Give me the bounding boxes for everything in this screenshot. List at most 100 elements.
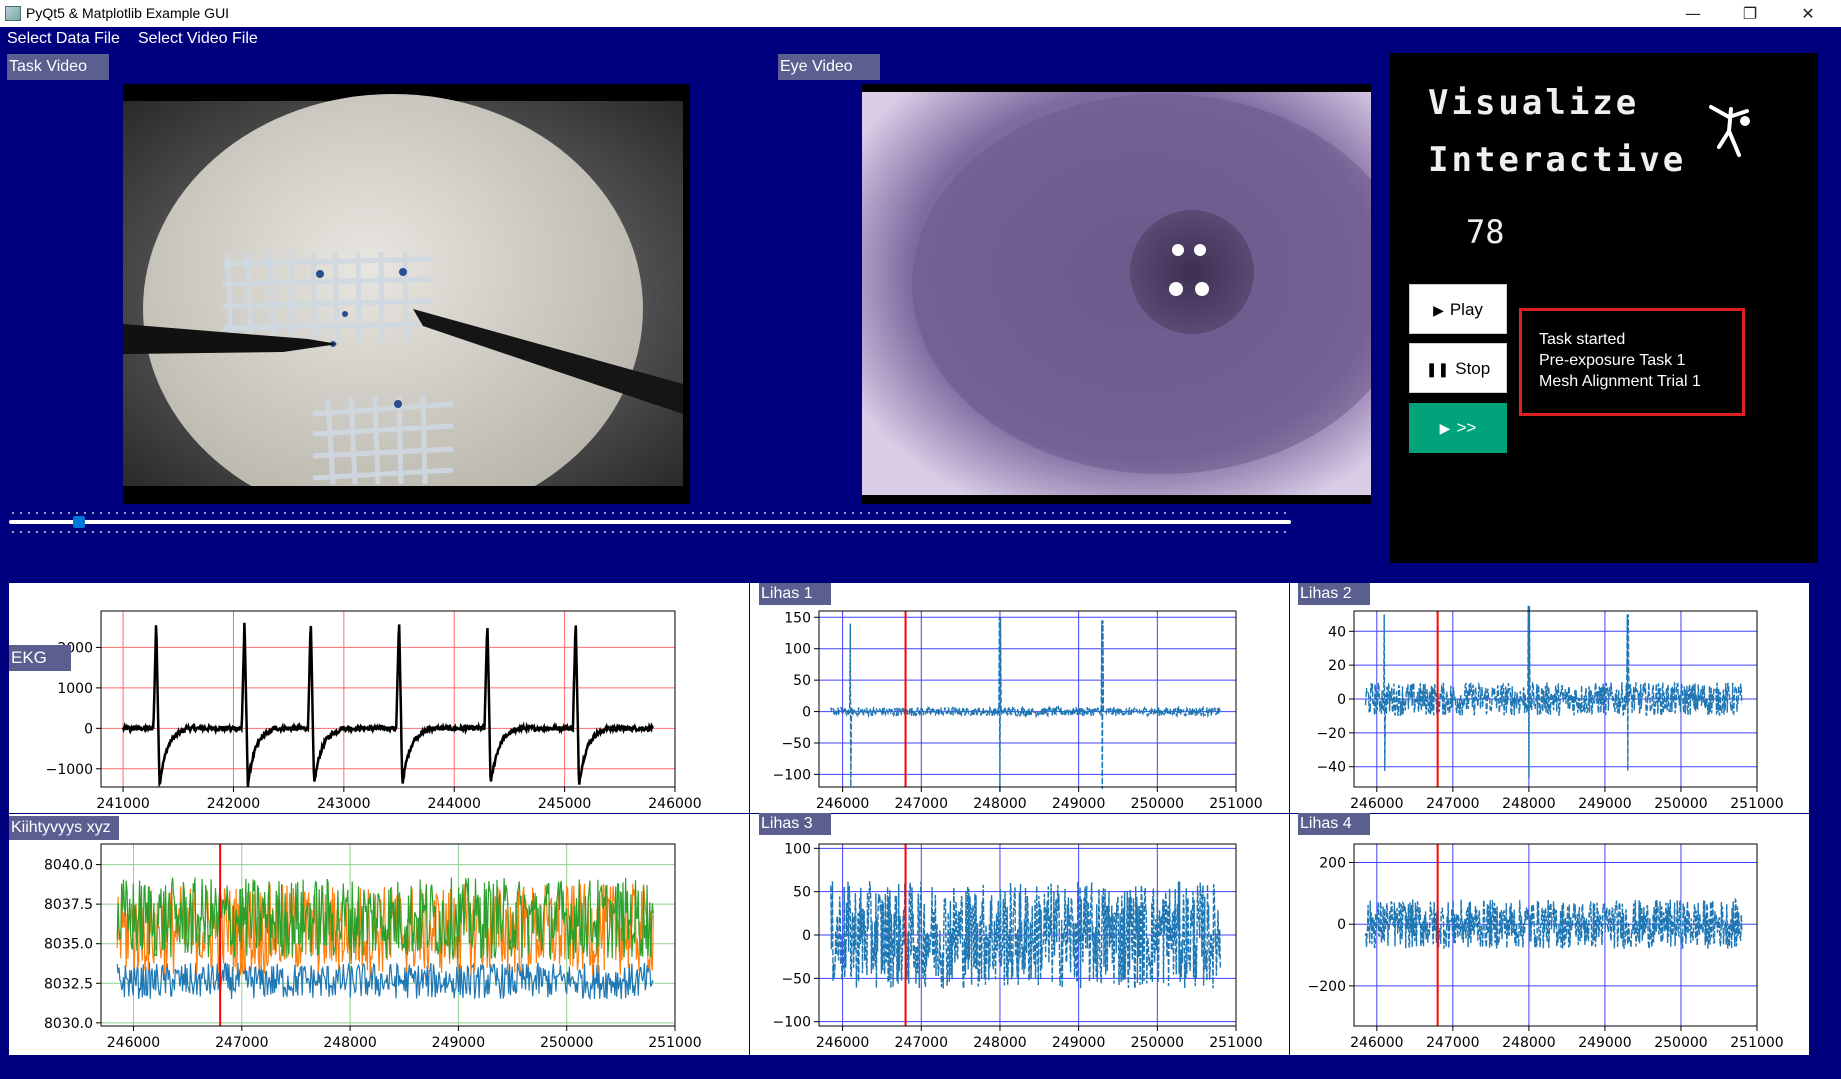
next-button[interactable]: ▶ >> [1409,403,1507,453]
chart-label-lihas-3: Lihas 3 [759,813,831,835]
task-video-label: Task Video [7,54,109,80]
lihas2-ytick-label-3: 20 [1328,658,1346,674]
lihas4-xtick-label-5: 251000 [1730,1035,1783,1051]
ekg-xtick-label-0: 241000 [96,796,149,812]
lihas1-xtick-label-1: 247000 [895,796,948,812]
accel-xtick-label-1: 247000 [215,1035,268,1051]
ekg-xtick-label-4: 245000 [538,796,591,812]
lihas3-xtick-label-0: 246000 [816,1035,869,1051]
chart-lihas-2: 246000 247000 248000 249000 250000 251000 −40 −… [1290,583,1809,813]
lihas3-ytick-label-2: 0 [802,928,811,944]
lihas1-svg: 246000 247000 248000 249000 250000 251000 −100… [773,610,1263,812]
ekg-xtick-label-3: 244000 [428,796,481,812]
accel-ytick-label-1: 8032.5 [44,976,93,992]
chart-lihas-4: 246000 247000 248000 249000 250000 251000 −200… [1290,814,1809,1055]
lihas3-xtick-label-2: 248000 [973,1035,1026,1051]
chart-label-lihas-2: Lihas 2 [1298,583,1370,605]
accel-svg: 246000 247000 248000 249000 250000 251000 8030… [44,843,702,1051]
accel-ytick-label-4: 8040.0 [44,858,93,874]
stop-button[interactable]: ❚❚ Stop [1409,343,1507,393]
next-label: >> [1456,418,1477,437]
chart-lihas-1: 246000 247000 248000 249000 250000 251000 −100… [750,583,1289,813]
timeline-slider[interactable] [9,520,1291,524]
lihas2-xtick-label-4: 250000 [1654,796,1707,812]
app-icon [5,6,21,21]
lihas1-ytick-label-2: 0 [802,705,811,721]
lihas2-xtick-label-2: 248000 [1502,796,1555,812]
lihas3-xtick-label-3: 249000 [1052,1035,1105,1051]
lihas1-xtick-label-2: 248000 [973,796,1026,812]
accel-ytick-label-2: 8035.0 [44,937,93,953]
lihas3-ytick-label-1: −50 [781,971,811,987]
lihas1-xtick-label-5: 251000 [1209,796,1262,812]
lihas4-ytick-label-2: 200 [1319,856,1346,872]
lihas4-xtick-label-4: 250000 [1654,1035,1707,1051]
ekg-xtick-label-1: 242000 [207,796,260,812]
title-visualize: Visualize [1428,83,1640,123]
lihas1-xtick-label-4: 250000 [1131,796,1184,812]
maximize-button[interactable]: ❐ [1722,0,1778,27]
play-label: Play [1449,300,1483,319]
window-title: PyQt5 & Matplotlib Example GUI [26,5,230,21]
lihas4-signal-line [1364,897,1743,949]
lihas2-svg: 246000 247000 248000 249000 250000 251000 −40 −… [1316,605,1784,812]
slider-ticks-top [12,512,1288,514]
play-button[interactable]: ▶ Play [1409,284,1507,334]
task-video-frame[interactable] [123,84,690,524]
lihas1-signal-line [830,617,1221,792]
lihas1-ytick-label-0: −100 [773,767,811,783]
lihas3-ytick-label-3: 50 [793,885,811,901]
gymnast-icon [1705,97,1753,163]
status-line-1: Task started [1539,331,1626,348]
plots-area: 241000 242000 243000 244000 245000 246000 −100… [9,583,1809,1055]
lihas2-ytick-label-0: −40 [1316,760,1346,776]
accel-ytick-label-0: 8030.0 [44,1016,93,1032]
lihas3-xtick-label-1: 247000 [895,1035,948,1051]
lihas3-ytick-label-0: −100 [773,1015,811,1031]
lihas2-xtick-label-5: 251000 [1730,796,1783,812]
pause-icon: ❚❚ [1425,361,1450,377]
accel-xtick-label-0: 246000 [107,1035,160,1051]
lihas3-svg: 246000 247000 248000 249000 250000 251000 −100… [773,841,1263,1051]
lihas2-xtick-label-3: 249000 [1578,796,1631,812]
eye-video-frame[interactable] [862,84,1412,504]
lihas2-xtick-label-1: 247000 [1426,796,1479,812]
chart-label-kiihtyvyys: Kiihtyvyys xyz [9,816,119,840]
status-line-2: Pre-exposure Task 1 [1539,352,1686,369]
lihas2-xtick-label-0: 246000 [1350,796,1403,812]
lihas3-xtick-label-4: 250000 [1131,1035,1184,1051]
lihas1-ytick-label-5: 150 [784,610,811,626]
play-icon: ▶ [1433,302,1444,318]
menu-select-data-file[interactable]: Select Data File [7,30,120,48]
accel-xtick-label-5: 251000 [648,1035,701,1051]
lihas1-ytick-label-3: 50 [793,673,811,689]
status-line-3: Mesh Alignment Trial 1 [1539,373,1701,390]
task-video-image [123,94,690,524]
lihas1-ytick-label-1: −50 [781,736,811,752]
ekg-ytick-label-2: 1000 [57,681,93,697]
close-button[interactable]: ✕ [1780,0,1836,27]
chart-label-lihas-1: Lihas 1 [759,583,831,605]
accel-xtick-label-2: 248000 [323,1035,376,1051]
lihas3-ytick-label-4: 100 [784,841,811,857]
accel-series-x [116,961,654,1001]
lihas1-ytick-label-4: 100 [784,642,811,658]
timeline-slider-handle[interactable] [72,516,85,528]
play-next-icon: ▶ [1439,420,1451,436]
lihas4-ytick-label-1: 0 [1337,917,1346,933]
lihas2-ytick-label-1: −20 [1316,726,1346,742]
counter-display: 78 [1466,213,1505,251]
slider-ticks-bottom [12,531,1288,533]
eye-video-image [862,92,1412,504]
menu-select-video-file[interactable]: Select Video File [138,30,258,48]
status-box: Task started Pre-exposure Task 1 Mesh Al… [1519,308,1745,416]
ekg-ytick-label-0: −1000 [46,762,93,778]
chart-label-lihas-4: Lihas 4 [1298,813,1370,835]
minimize-button[interactable]: — [1665,0,1721,27]
ekg-ytick-label-1: 0 [84,721,93,737]
ekg-svg: 241000 242000 243000 244000 245000 246000 −100… [46,610,702,812]
accel-xtick-label-4: 250000 [540,1035,593,1051]
lihas4-xtick-label-3: 249000 [1578,1035,1631,1051]
lihas3-xtick-label-5: 251000 [1209,1035,1262,1051]
chart-label-ekg: EKG [9,645,71,671]
